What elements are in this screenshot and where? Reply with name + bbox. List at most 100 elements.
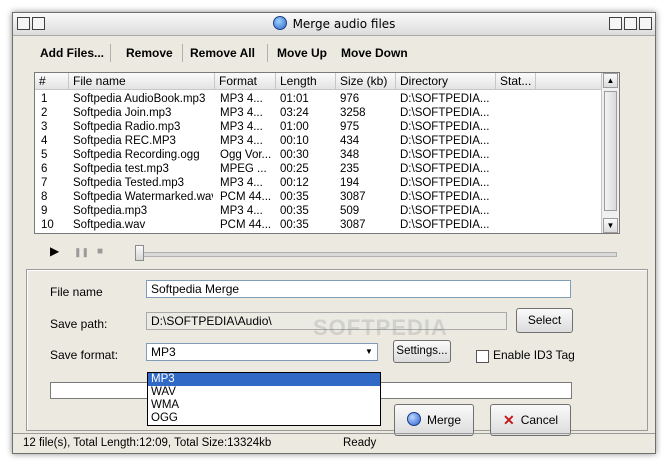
cell-directory: D:\SOFTPEDIA... xyxy=(400,135,490,147)
remove-button[interactable]: Remove xyxy=(126,46,173,60)
cell-length: 00:30 xyxy=(280,149,309,161)
file-name-label: File name xyxy=(50,285,103,299)
cell-file-name: Softpedia AudioBook.mp3 xyxy=(73,93,206,105)
cell-number: 5 xyxy=(41,149,48,161)
column-header-format[interactable]: Format xyxy=(215,73,276,90)
move-down-button[interactable]: Move Down xyxy=(341,46,408,60)
maximize-icon[interactable] xyxy=(624,17,637,30)
vertical-scrollbar[interactable]: ▲ ▼ xyxy=(601,73,619,233)
chevron-down-icon[interactable]: ▼ xyxy=(362,345,376,359)
table-row[interactable]: 6 Softpedia test.mp3 MPEG ... 00:25 235 … xyxy=(35,162,601,176)
cell-format: MPEG ... xyxy=(220,163,267,175)
column-header-status[interactable]: Stat... xyxy=(496,73,536,90)
cell-directory: D:\SOFTPEDIA... xyxy=(400,177,490,189)
cell-length: 01:01 xyxy=(280,93,309,105)
cell-format: PCM 44... xyxy=(220,219,272,231)
column-header-file-name[interactable]: File name xyxy=(69,73,215,90)
table-row[interactable]: 10 Softpedia.wav PCM 44... 00:35 3087 D:… xyxy=(35,218,601,232)
cell-number: 3 xyxy=(41,121,48,133)
cell-length: 03:24 xyxy=(280,107,309,119)
table-row[interactable]: 7 Softpedia Tested.mp3 MP3 4... 00:12 19… xyxy=(35,176,601,190)
cell-format: Ogg Vor... xyxy=(220,149,272,161)
cell-format: MP3 4... xyxy=(220,177,263,189)
cell-file-name: Softpedia test.mp3 xyxy=(73,163,169,175)
toolbar-separator xyxy=(110,44,111,62)
cell-number: 8 xyxy=(41,191,48,203)
cancel-button[interactable]: ✕ Cancel xyxy=(490,404,571,436)
cell-length: 00:12 xyxy=(280,177,309,189)
move-up-button[interactable]: Move Up xyxy=(277,46,327,60)
close-icon: ✕ xyxy=(502,412,515,428)
table-row[interactable]: 2 Softpedia Join.mp3 MP3 4... 03:24 3258… xyxy=(35,106,601,120)
merge-button[interactable]: Merge xyxy=(394,404,474,436)
cell-number: 9 xyxy=(41,205,48,217)
enable-id3-checkbox[interactable] xyxy=(476,350,489,363)
cell-file-name: Softpedia Watermarked.wav xyxy=(73,191,213,203)
window-title: Merge audio files xyxy=(13,16,655,31)
cell-file-name: Softpedia.wav xyxy=(73,219,146,231)
add-files-button[interactable]: Add Files... xyxy=(40,46,104,60)
cell-directory: D:\SOFTPEDIA... xyxy=(400,149,490,161)
format-option-ogg[interactable]: OGG xyxy=(148,412,380,425)
cell-directory: D:\SOFTPEDIA... xyxy=(400,191,490,203)
cell-directory: D:\SOFTPEDIA... xyxy=(400,93,490,105)
player-controls: ▶ ❚❚ ■ xyxy=(34,242,618,264)
cell-number: 10 xyxy=(41,219,54,231)
save-path-label: Save path: xyxy=(50,317,108,331)
format-option-wma[interactable]: WMA xyxy=(148,399,380,412)
minimize-icon[interactable] xyxy=(609,17,622,30)
table-row[interactable]: 3 Softpedia Radio.mp3 MP3 4... 01:00 975… xyxy=(35,120,601,134)
select-button[interactable]: Select xyxy=(516,308,573,333)
cell-length: 00:35 xyxy=(280,205,309,217)
cell-size: 235 xyxy=(340,163,360,175)
stop-icon[interactable]: ■ xyxy=(97,246,103,257)
scroll-thumb[interactable] xyxy=(604,91,617,211)
cell-size: 348 xyxy=(340,149,360,161)
cell-number: 6 xyxy=(41,163,48,175)
settings-button[interactable]: Settings... xyxy=(393,340,451,363)
column-header-directory[interactable]: Directory xyxy=(396,73,496,90)
cell-file-name: Softpedia Tested.mp3 xyxy=(73,177,185,189)
file-list[interactable]: # File name Format Length Size (kb) Dire… xyxy=(34,72,620,234)
cell-format: MP3 4... xyxy=(220,107,263,119)
table-row[interactable]: 9 Softpedia.mp3 MP3 4... 00:35 509 D:\SO… xyxy=(35,204,601,218)
toolbar-separator xyxy=(182,44,183,62)
play-icon[interactable]: ▶ xyxy=(50,244,59,258)
column-header-number[interactable]: # xyxy=(35,73,69,90)
save-path-input[interactable]: D:\SOFTPEDIA\Audio\ xyxy=(146,312,507,330)
cell-size: 3258 xyxy=(340,107,366,119)
cell-number: 4 xyxy=(41,135,48,147)
file-name-input[interactable]: Softpedia Merge xyxy=(146,280,571,298)
cell-directory: D:\SOFTPEDIA... xyxy=(400,205,490,217)
save-format-select[interactable]: MP3 ▼ xyxy=(146,343,378,361)
cell-directory: D:\SOFTPEDIA... xyxy=(400,163,490,175)
seek-slider-handle[interactable] xyxy=(135,245,144,261)
cell-size: 975 xyxy=(340,121,360,133)
cell-file-name: Softpedia Recording.ogg xyxy=(73,149,200,161)
format-option-mp3[interactable]: MP3 xyxy=(148,373,380,386)
scroll-up-icon[interactable]: ▲ xyxy=(603,73,618,88)
cell-directory: D:\SOFTPEDIA... xyxy=(400,121,490,133)
status-state: Ready xyxy=(343,437,377,449)
save-format-value: MP3 xyxy=(151,345,176,359)
cell-format: PCM 44... xyxy=(220,191,272,203)
close-icon[interactable] xyxy=(639,17,652,30)
merge-window: Merge audio files Add Files... Remove Re… xyxy=(12,12,656,454)
seek-track[interactable] xyxy=(137,252,617,257)
title-bar: Merge audio files xyxy=(13,13,655,36)
cell-size: 976 xyxy=(340,93,360,105)
status-bar: 12 file(s), Total Length:12:09, Total Si… xyxy=(13,433,655,453)
table-row[interactable]: 8 Softpedia Watermarked.wav PCM 44... 00… xyxy=(35,190,601,204)
cell-size: 434 xyxy=(340,135,360,147)
remove-all-button[interactable]: Remove All xyxy=(190,46,255,60)
column-header-length[interactable]: Length xyxy=(276,73,336,90)
table-row[interactable]: 4 Softpedia REC.MP3 MP3 4... 00:10 434 D… xyxy=(35,134,601,148)
table-row[interactable]: 5 Softpedia Recording.ogg Ogg Vor... 00:… xyxy=(35,148,601,162)
scroll-down-icon[interactable]: ▼ xyxy=(603,218,618,233)
format-option-wav[interactable]: WAV xyxy=(148,386,380,399)
pause-icon[interactable]: ❚❚ xyxy=(74,247,89,258)
table-row[interactable]: 1 Softpedia AudioBook.mp3 MP3 4... 01:01… xyxy=(35,92,601,106)
column-header-size[interactable]: Size (kb) xyxy=(336,73,396,90)
file-list-body: # File name Format Length Size (kb) Dire… xyxy=(35,73,601,233)
save-format-dropdown: MP3 WAV WMA OGG xyxy=(147,372,381,426)
